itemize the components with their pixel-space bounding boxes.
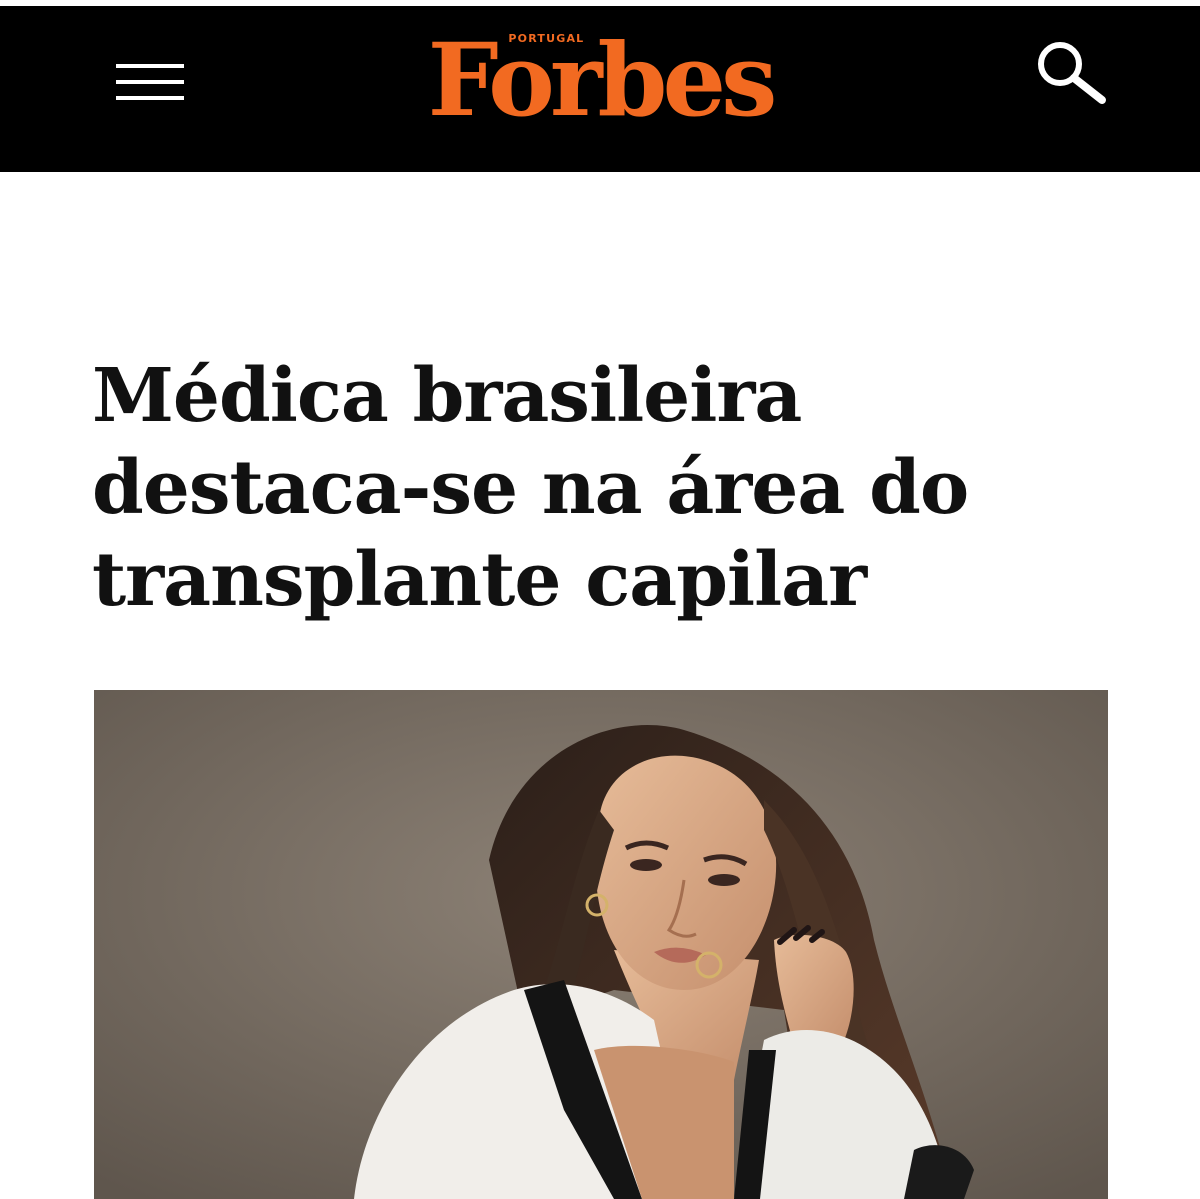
logo-edition: PORTUGAL <box>508 32 585 45</box>
portrait-photo <box>94 690 1108 1199</box>
forbes-logo[interactable]: PORTUGAL Forbes <box>0 6 1200 172</box>
search-icon <box>1038 42 1106 104</box>
article-hero-image[interactable] <box>94 690 1108 1199</box>
article-headline: Médica brasileira destaca-se na área do … <box>92 353 969 623</box>
search-button[interactable] <box>1030 34 1110 114</box>
site-header: PORTUGAL Forbes <box>0 6 1200 172</box>
logo-wordmark: Forbes <box>427 21 778 139</box>
page: PORTUGAL Forbes Médica brasileira destac… <box>0 0 1200 1199</box>
